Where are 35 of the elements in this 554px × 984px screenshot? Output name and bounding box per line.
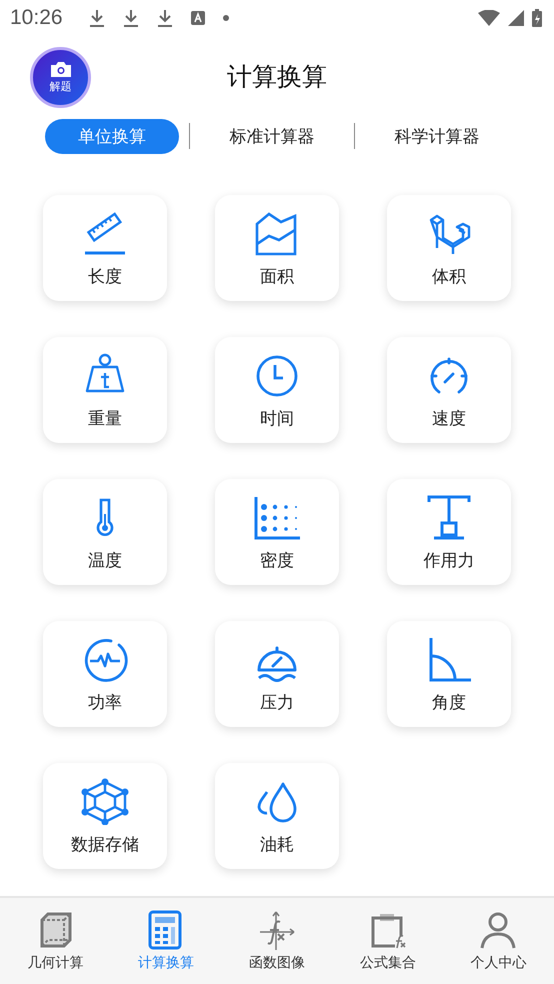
notification-dot-icon [222, 15, 229, 21]
network-hexagon-icon [80, 776, 130, 824]
download-icon [156, 9, 173, 27]
converter-card[interactable]: 时间 [215, 337, 339, 443]
page-title: 计算换算 [227, 60, 327, 92]
converter-card[interactable]: 体积 [387, 195, 511, 301]
nav-tab[interactable]: 公式集合 [332, 898, 444, 984]
converter-card[interactable]: 面积 [215, 195, 339, 301]
status-time: 10:26 [10, 6, 63, 30]
nav-tab[interactable]: 个人中心 [443, 898, 554, 984]
converter-card[interactable]: 作用力 [387, 479, 511, 585]
nav-tab[interactable]: 计算换算 [110, 898, 222, 984]
converter-card[interactable]: 速度 [387, 337, 511, 443]
converter-card[interactable]: 功率 [43, 621, 167, 727]
download-icon [122, 9, 139, 27]
converter-card[interactable]: 数据存储 [43, 763, 167, 869]
battery-icon [532, 9, 542, 27]
solve-button[interactable]: 解题 [30, 47, 91, 108]
converter-card[interactable]: 温度 [43, 479, 167, 585]
camera-icon [50, 61, 70, 77]
converter-card[interactable]: 压力 [215, 621, 339, 727]
keyboard-app-icon [190, 11, 205, 25]
tab[interactable]: 科学计算器 [365, 118, 509, 154]
download-icon [88, 9, 105, 27]
converter-card[interactable]: 重量 [43, 337, 167, 443]
converter-card[interactable]: 密度 [215, 479, 339, 585]
converter-card[interactable]: 长度 [43, 195, 167, 301]
wifi-icon [478, 10, 500, 26]
converter-card[interactable]: 油耗 [215, 763, 339, 869]
nav-tab[interactable]: 几何计算 [0, 898, 111, 984]
tab[interactable]: 单位换算 [45, 118, 179, 154]
tab[interactable]: 标准计算器 [200, 118, 344, 154]
signal-icon [508, 10, 524, 26]
nav-tab[interactable]: 函数图像 [222, 898, 332, 984]
converter-card[interactable]: 角度 [387, 621, 511, 727]
